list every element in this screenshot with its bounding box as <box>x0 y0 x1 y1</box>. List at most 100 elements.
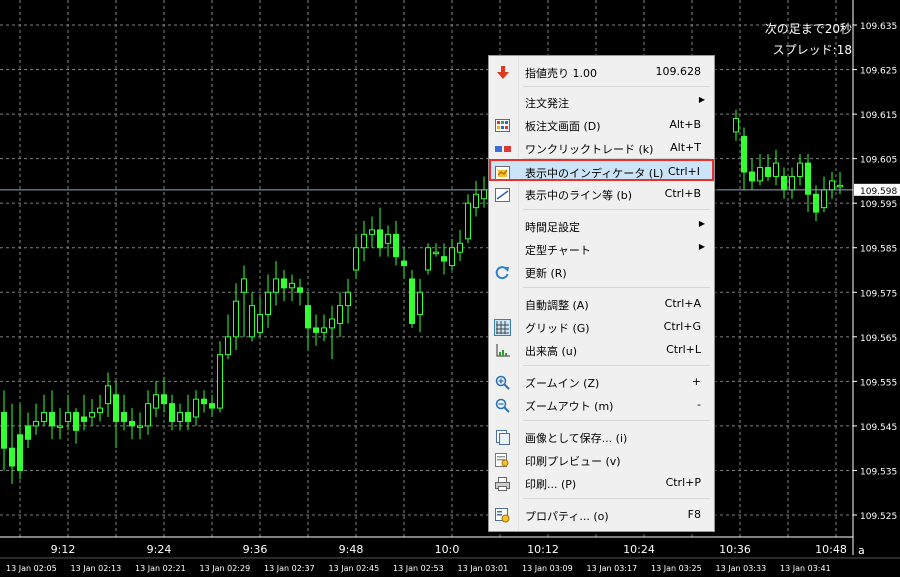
menu-item-label: 時間足設定 <box>525 221 580 234</box>
time-minor-label: 13 Jan 03:25 <box>651 564 702 573</box>
price-tick-label: 109.605 <box>860 156 897 166</box>
candle-body <box>257 314 263 333</box>
menu-item-shortcut: + <box>691 375 701 388</box>
time-major-label: 9:12 <box>51 543 76 556</box>
candle-body <box>265 291 271 316</box>
time-major-label: 9:24 <box>147 543 172 556</box>
candle-body <box>209 403 215 409</box>
menu-item-print[interactable]: 印刷... (P) Ctrl+P <box>491 472 713 494</box>
one-click-trade-icon <box>494 140 511 157</box>
menu-item-label: 表示中のインディケータ (L) <box>525 167 664 180</box>
candle-body <box>81 416 87 422</box>
menu-separator <box>523 365 710 366</box>
candle-body <box>797 162 803 177</box>
candle-body <box>297 287 303 293</box>
candle-body <box>385 233 391 244</box>
menu-item-zoom-in[interactable]: ズームイン (Z) + <box>491 371 713 393</box>
candle-body <box>813 193 819 213</box>
candle-body <box>153 394 159 409</box>
submenu-arrow-icon: ▶ <box>698 95 705 104</box>
menu-item-line-objects[interactable]: 表示中のライン等 (b) Ctrl+B <box>491 183 713 205</box>
candle-body <box>733 118 739 133</box>
candle-body <box>169 403 175 422</box>
time-minor-label: 13 Jan 02:45 <box>329 564 380 573</box>
candle-body <box>361 233 367 249</box>
menu-item-label: 注文発注 <box>525 97 569 110</box>
time-minor-label: 13 Jan 02:29 <box>200 564 251 573</box>
menu-item-label: プロパティ... (o) <box>525 510 609 523</box>
time-minor-label: 13 Jan 02:21 <box>135 564 186 573</box>
candle-body <box>137 425 143 428</box>
submenu-arrow-icon: ▶ <box>698 219 705 228</box>
grid-icon <box>494 319 511 336</box>
axes: 109.635 109.625 109.615 109.605 109.595 109.5… <box>0 0 900 577</box>
menu-item-indicator-list[interactable]: 表示中のインディケータ (L) Ctrl+I <box>489 159 714 181</box>
time-major-label: 10:0 <box>435 543 460 556</box>
line-objects-icon <box>494 186 511 203</box>
candle-body <box>369 229 375 235</box>
candle-body <box>409 278 415 324</box>
candle-body <box>465 202 471 240</box>
candle-body <box>393 233 399 258</box>
price-chart[interactable]: 109.635 109.625 109.615 109.605 109.595 109.5… <box>0 0 900 577</box>
candle-body <box>829 180 835 191</box>
menu-separator <box>523 287 710 288</box>
order-board-icon <box>494 117 511 134</box>
candle-body <box>401 260 407 267</box>
time-major-label: 10:12 <box>527 543 559 556</box>
candle-body <box>425 247 431 271</box>
menu-item-shortcut: 109.628 <box>655 65 702 78</box>
menu-item-grid[interactable]: グリッド (G) Ctrl+G <box>491 316 713 338</box>
candle-body <box>289 282 295 289</box>
menu-item-limit-sell[interactable]: 指値売り 1.00 109.628 <box>491 61 713 83</box>
menu-item-save-image[interactable]: 画像として保存... (i) <box>491 426 713 448</box>
time-major-label: 9:36 <box>243 543 268 556</box>
candle-body <box>321 327 327 333</box>
time-major-label: 10:48 <box>815 543 847 556</box>
candle-body <box>25 425 31 440</box>
menu-item-one-click-trade[interactable]: ワンクリックトレード (k) Alt+T <box>491 137 713 159</box>
time-minor-label: 13 Jan 02:37 <box>264 564 315 573</box>
candle-body <box>33 420 39 427</box>
menu-separator <box>523 86 710 87</box>
menu-item-timeframe[interactable]: 時間足設定 ▶ <box>491 215 713 237</box>
candle-body <box>41 412 47 422</box>
current-price-label: 109.598 <box>860 187 897 197</box>
candle-body <box>185 412 191 422</box>
time-minor-label: 13 Jan 02:13 <box>71 564 122 573</box>
menu-item-zoom-out[interactable]: ズームアウト (m) - <box>491 394 713 416</box>
menu-item-refresh[interactable]: 更新 (R) <box>491 261 713 283</box>
candle-body <box>789 175 795 191</box>
properties-icon <box>494 507 511 524</box>
price-tick-label: 109.615 <box>860 111 897 121</box>
candle-body <box>345 291 351 307</box>
menu-item-volume[interactable]: 出来高 (u) Ctrl+L <box>491 339 713 361</box>
price-tick-label: 109.535 <box>860 467 897 477</box>
menu-item-shortcut: Ctrl+B <box>664 187 701 200</box>
candle-body <box>57 425 63 428</box>
candle-body <box>329 318 335 329</box>
price-tick-label: 109.625 <box>860 67 897 77</box>
menu-item-place-order[interactable]: 注文発注 ▶ <box>491 91 713 113</box>
candle-body <box>837 184 843 188</box>
menu-item-properties[interactable]: プロパティ... (o) F8 <box>491 504 713 526</box>
candle-body <box>121 412 127 422</box>
menu-item-print-preview[interactable]: 印刷プレビュー (v) <box>491 449 713 471</box>
menu-item-shortcut: Ctrl+P <box>665 476 701 489</box>
menu-item-shortcut: Ctrl+G <box>663 320 701 333</box>
price-tick-label: 109.525 <box>860 512 897 522</box>
price-tick-label: 109.635 <box>860 22 897 32</box>
menu-item-auto-scroll[interactable]: 自動調整 (A) Ctrl+A <box>491 293 713 315</box>
candle-body <box>313 327 319 333</box>
time-major-label: 10:36 <box>719 543 751 556</box>
candle-body <box>433 251 439 255</box>
menu-item-label: 指値売り 1.00 <box>525 67 597 80</box>
time-major-label: 9:48 <box>339 543 364 556</box>
menu-item-shortcut: F8 <box>687 508 701 521</box>
candle-body <box>105 385 111 405</box>
spread-readout: スプレッド:18 <box>772 43 852 57</box>
time-minor-label: 13 Jan 03:41 <box>780 564 831 573</box>
menu-item-order-board[interactable]: 板注文画面 (D) Alt+B <box>491 114 713 136</box>
candle-body <box>281 278 287 289</box>
menu-item-chart-template[interactable]: 定型チャート ▶ <box>491 238 713 260</box>
